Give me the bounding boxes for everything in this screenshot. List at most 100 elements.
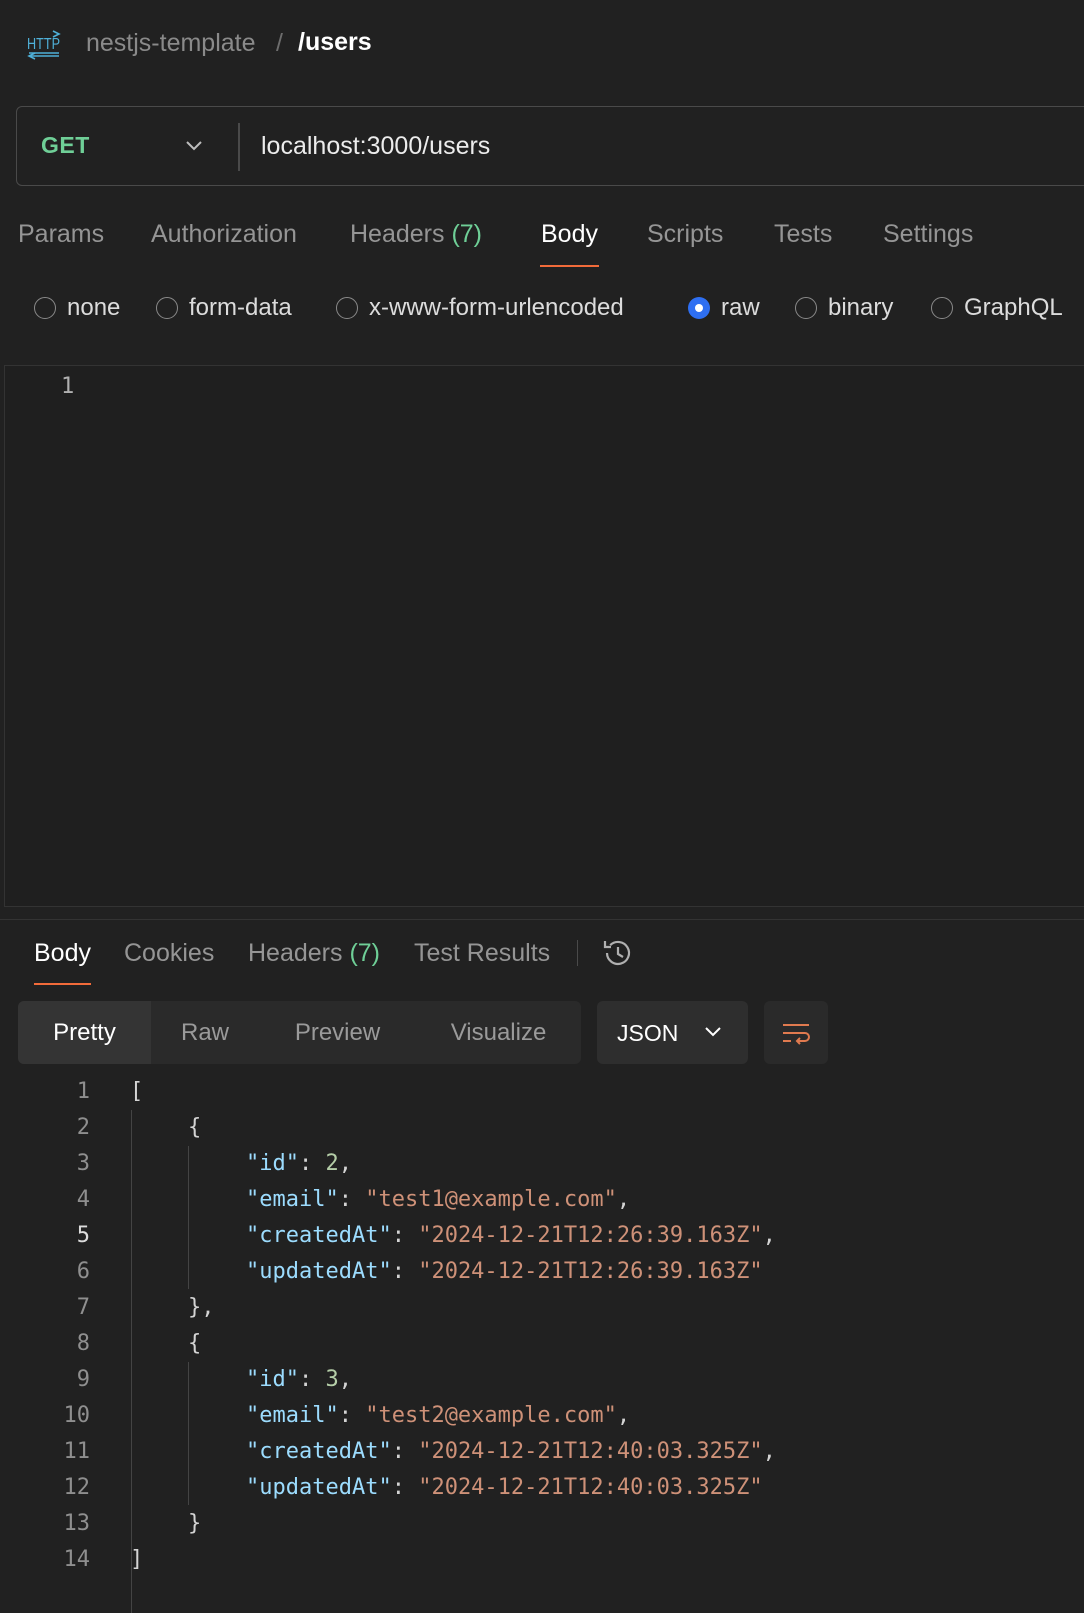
chevron-down-icon xyxy=(183,137,205,155)
indent-guide xyxy=(188,1362,189,1505)
radio-binary[interactable]: binary xyxy=(795,294,893,321)
code-line: ] xyxy=(130,1547,143,1572)
radio-circle xyxy=(931,297,953,319)
tab-label: Headers xyxy=(350,220,445,248)
json-key: "updatedAt" xyxy=(246,1475,392,1500)
json-string: "2024-12-21T12:26:39.163Z" xyxy=(418,1259,763,1284)
radio-raw[interactable]: raw xyxy=(688,294,760,321)
tab-settings[interactable]: Settings xyxy=(883,220,973,249)
line-number: 12 xyxy=(63,1475,91,1500)
radio-circle xyxy=(795,297,817,319)
line-number: 3 xyxy=(76,1151,90,1176)
json-brace: { xyxy=(188,1115,202,1140)
method-label: GET xyxy=(41,132,90,158)
url-divider xyxy=(238,123,240,171)
response-tab-test-results[interactable]: Test Results xyxy=(414,939,550,968)
tab-body[interactable]: Body xyxy=(541,220,598,249)
view-pretty-button[interactable]: Pretty xyxy=(18,1001,151,1064)
line-number: 6 xyxy=(76,1259,90,1284)
radio-label: none xyxy=(67,294,121,321)
tab-label: Body xyxy=(34,939,91,967)
json-brace: } xyxy=(188,1511,202,1536)
code-line: "createdAt": "2024-12-21T12:40:03.325Z", xyxy=(246,1439,776,1464)
indent-guide xyxy=(188,1146,189,1289)
history-icon[interactable] xyxy=(600,935,636,971)
wrap-lines-button[interactable] xyxy=(764,1001,828,1064)
headers-count: (7) xyxy=(349,939,381,967)
code-line: "updatedAt": "2024-12-21T12:40:03.325Z" xyxy=(246,1475,763,1500)
code-line: "email": "test2@example.com", xyxy=(246,1403,631,1428)
tab-tests[interactable]: Tests xyxy=(774,220,832,249)
json-key: "email" xyxy=(246,1187,339,1212)
line-number: 14 xyxy=(63,1547,91,1572)
radio-label: form-data xyxy=(189,294,292,321)
active-tab-indicator xyxy=(540,265,599,267)
view-visualize-button[interactable]: Visualize xyxy=(416,1001,581,1064)
response-tab-cookies[interactable]: Cookies xyxy=(124,939,214,968)
view-mode-segment: Pretty Raw Preview Visualize xyxy=(18,1001,581,1064)
code-line: "email": "test1@example.com", xyxy=(246,1187,631,1212)
radio-label: x-www-form-urlencoded xyxy=(369,294,624,321)
breadcrumb-collection[interactable]: nestjs-template xyxy=(86,29,256,58)
tab-divider xyxy=(577,940,578,966)
code-line: { xyxy=(188,1331,201,1356)
wrap-lines-icon xyxy=(780,1017,812,1049)
response-body-viewer[interactable]: 1 2 3 4 5 6 7 8 9 10 11 12 13 14 [ { "id… xyxy=(0,1075,1084,1613)
json-string: "2024-12-21T12:40:03.325Z" xyxy=(418,1439,763,1464)
code-line: "updatedAt": "2024-12-21T12:26:39.163Z" xyxy=(246,1259,763,1284)
line-number: 9 xyxy=(76,1367,90,1392)
code-line: "createdAt": "2024-12-21T12:26:39.163Z", xyxy=(246,1223,776,1248)
tab-label: Body xyxy=(541,220,598,248)
response-tab-headers[interactable]: Headers (7) xyxy=(248,939,380,968)
tab-scripts[interactable]: Scripts xyxy=(647,220,723,249)
code-line: "id": 2, xyxy=(246,1151,352,1176)
tab-label: Scripts xyxy=(647,220,724,248)
http-icon: HTTP xyxy=(26,28,62,62)
json-string: "2024-12-21T12:40:03.325Z" xyxy=(418,1475,763,1500)
request-body-editor[interactable]: 1 xyxy=(4,365,1084,907)
request-name[interactable]: /users xyxy=(298,28,372,57)
json-number: 3 xyxy=(325,1367,339,1392)
tab-params[interactable]: Params xyxy=(18,220,104,249)
view-preview-button[interactable]: Preview xyxy=(259,1001,416,1064)
radio-graphql[interactable]: GraphQL xyxy=(931,294,1063,321)
format-select[interactable]: JSON xyxy=(597,1001,748,1064)
json-key: "createdAt" xyxy=(246,1223,392,1248)
url-input[interactable] xyxy=(261,125,1081,167)
tab-label: Authorization xyxy=(151,220,297,248)
radio-label: GraphQL xyxy=(964,294,1063,321)
code-line: { xyxy=(188,1115,201,1140)
json-key: "updatedAt" xyxy=(246,1259,392,1284)
svg-text:HTTP: HTTP xyxy=(27,36,60,53)
code-line: } xyxy=(188,1511,201,1536)
active-tab-indicator xyxy=(34,983,91,985)
tab-label: Test Results xyxy=(414,939,551,967)
json-bracket: [ xyxy=(130,1079,144,1104)
json-bracket: ] xyxy=(130,1547,144,1572)
json-key: "createdAt" xyxy=(246,1439,392,1464)
response-divider xyxy=(0,919,1084,920)
radio-circle-checked xyxy=(688,297,710,319)
radio-x-www-form-urlencoded[interactable]: x-www-form-urlencoded xyxy=(336,294,624,321)
tab-headers[interactable]: Headers (7) xyxy=(350,220,482,249)
line-number: 11 xyxy=(63,1439,91,1464)
code-line: [ xyxy=(130,1079,143,1104)
tab-label: Tests xyxy=(774,220,833,248)
url-bar: GET xyxy=(16,106,1084,186)
radio-none[interactable]: none xyxy=(34,294,121,321)
view-raw-button[interactable]: Raw xyxy=(151,1001,259,1064)
tab-label: Params xyxy=(18,220,105,248)
json-key: "email" xyxy=(246,1403,339,1428)
response-tab-body[interactable]: Body xyxy=(34,939,91,968)
line-number: 8 xyxy=(76,1331,90,1356)
radio-form-data[interactable]: form-data xyxy=(156,294,292,321)
radio-label: raw xyxy=(721,294,760,321)
format-label: JSON xyxy=(617,1020,679,1046)
json-string: "test2@example.com" xyxy=(365,1403,617,1428)
code-line: "id": 3, xyxy=(246,1367,352,1392)
headers-count: (7) xyxy=(451,220,483,248)
tab-authorization[interactable]: Authorization xyxy=(151,220,297,249)
method-select[interactable]: GET xyxy=(17,107,237,185)
line-number: 13 xyxy=(63,1511,91,1536)
radio-circle xyxy=(156,297,178,319)
